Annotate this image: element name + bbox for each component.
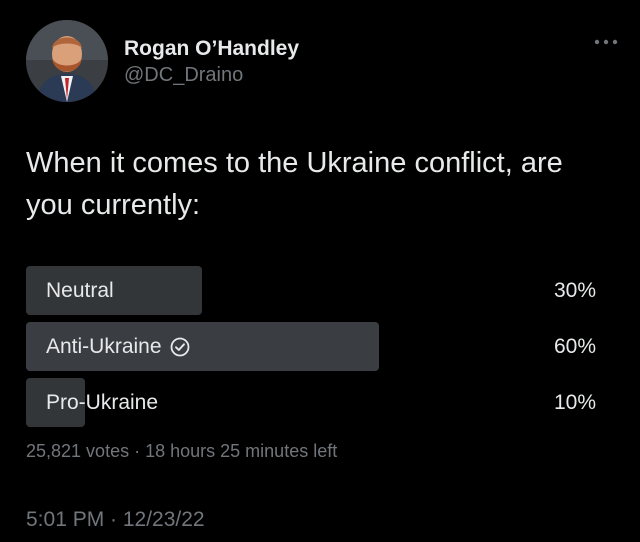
- poll-option-text: Anti-Ukraine: [46, 335, 162, 358]
- poll-meta-separator: ·: [134, 441, 141, 461]
- author-display-name[interactable]: Rogan O’Handley: [124, 36, 299, 62]
- avatar[interactable]: [26, 20, 108, 102]
- poll-option-text: Pro-Ukraine: [46, 391, 159, 414]
- avatar-image: [26, 20, 108, 102]
- more-horizontal-icon: [594, 39, 618, 45]
- poll-option-label: Neutral: [46, 266, 114, 315]
- poll-option-text: Neutral: [46, 279, 114, 302]
- tweet-text: When it comes to the Ukraine conflict, a…: [26, 147, 563, 221]
- poll-vote-count[interactable]: 25,821 votes: [26, 441, 129, 461]
- poll-option-label: Pro-Ukraine: [46, 378, 158, 427]
- poll-meta: 25,821 votes · 18 hours 25 minutes left: [26, 441, 337, 462]
- poll-time-left: 18 hours 25 minutes left: [145, 441, 338, 461]
- poll-option-percent: 60%: [553, 335, 596, 358]
- poll-option-neutral: Neutral 30%: [26, 266, 596, 315]
- check-circle-icon: [170, 337, 189, 356]
- author-handle[interactable]: @DC_Draino: [124, 62, 299, 88]
- tweet-timestamp[interactable]: 5:01 PM · 12/23/22: [26, 508, 205, 532]
- poll: Neutral 30% Anti-Ukraine 60% Pro-Ukraine…: [26, 266, 596, 434]
- poll-option-percent: 10%: [553, 391, 596, 414]
- poll-option-label: Anti-Ukraine: [46, 322, 190, 371]
- author-names: Rogan O’Handley @DC_Draino: [124, 36, 299, 88]
- tweet-header: Rogan O’Handley @DC_Draino: [26, 20, 622, 106]
- more-options-button[interactable]: [590, 32, 622, 52]
- poll-option-anti-ukraine: Anti-Ukraine 60%: [26, 322, 596, 371]
- poll-option-percent: 30%: [553, 279, 596, 302]
- poll-option-pro-ukraine: Pro-Ukraine 10%: [26, 378, 596, 427]
